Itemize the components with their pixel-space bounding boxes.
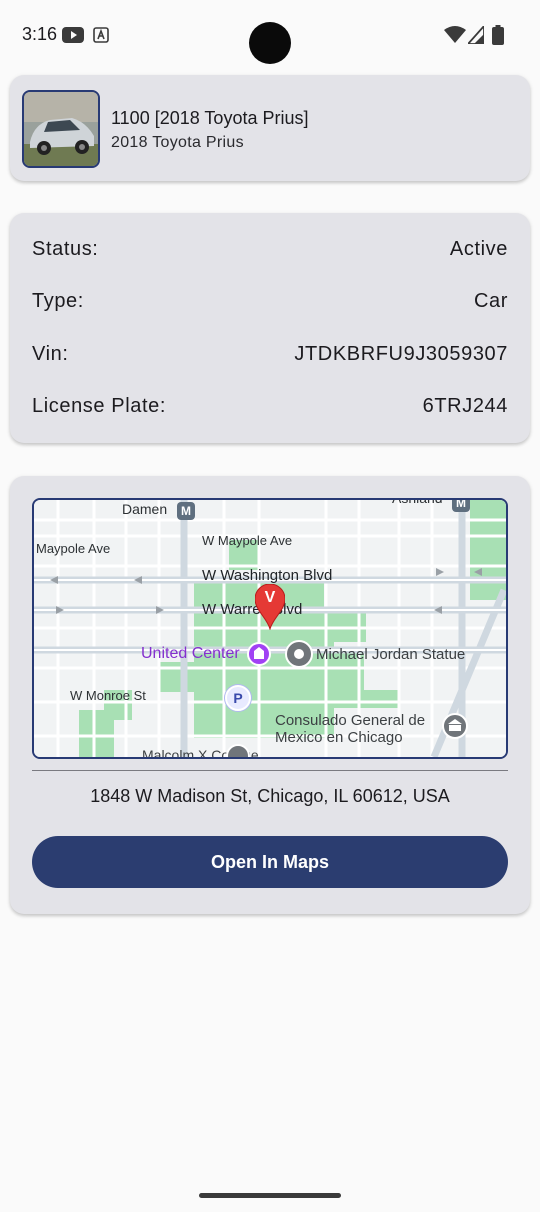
camera-cutout bbox=[249, 22, 291, 64]
youtube-icon bbox=[62, 27, 84, 48]
address-text: 1848 W Madison St, Chicago, IL 60612, US… bbox=[90, 786, 450, 806]
signal-icon bbox=[465, 23, 485, 49]
transit-icon: M bbox=[452, 500, 470, 512]
venue-pin-icon bbox=[247, 642, 271, 666]
detail-row-type: Type: Car bbox=[32, 290, 508, 318]
location-card: Damen M Ashland M Maypole Ave W Maypole … bbox=[10, 476, 530, 914]
status-bar: 3:16 bbox=[0, 0, 540, 72]
detail-value: Car bbox=[473, 290, 508, 312]
map-label: Maypole Ave bbox=[36, 541, 111, 556]
detail-value: JTDKBRFU9J3059307 bbox=[294, 343, 508, 365]
detail-row-vin: Vin: JTDKBRFU9J3059307 bbox=[32, 343, 508, 371]
battery-icon bbox=[492, 25, 504, 50]
map-label: W Maypole Ave bbox=[202, 533, 293, 548]
map-label: Damen bbox=[122, 501, 168, 517]
text-a-icon bbox=[93, 27, 109, 48]
home-indicator[interactable] bbox=[199, 1193, 341, 1198]
detail-label: Type: bbox=[32, 290, 84, 312]
map-label: Michael Jordan Statue bbox=[316, 646, 466, 663]
detail-row-status: Status: Active bbox=[32, 238, 508, 266]
landmark-pin-icon bbox=[285, 640, 313, 668]
map-label: W Monroe St bbox=[70, 688, 146, 703]
vehicle-location-marker[interactable]: V bbox=[255, 584, 285, 630]
open-in-maps-button[interactable]: Open In Maps bbox=[32, 836, 508, 888]
detail-value: 6TRJ244 bbox=[422, 395, 508, 417]
detail-label: License Plate: bbox=[32, 395, 167, 417]
map-label: W Warren Blvd bbox=[202, 601, 303, 618]
map-label: Consulado General de bbox=[275, 712, 426, 729]
vehicle-title: 1100 [2018 Toyota Prius] bbox=[111, 108, 309, 128]
vehicle-details-card: Status: Active Type: Car Vin: JTDKBRFU9J… bbox=[10, 213, 530, 443]
map-label: Mexico en Chicago bbox=[275, 729, 403, 746]
vehicle-header-card[interactable]: 1100 [2018 Toyota Prius] 2018 Toyota Pri… bbox=[10, 75, 530, 181]
map-label: W Washington Blvd bbox=[202, 567, 333, 584]
detail-value: Active bbox=[449, 238, 508, 260]
status-time: 3:16 bbox=[22, 24, 58, 44]
vehicle-subtitle: 2018 Toyota Prius bbox=[111, 134, 244, 151]
divider bbox=[32, 770, 508, 771]
location-map[interactable]: Damen M Ashland M Maypole Ave W Maypole … bbox=[32, 498, 508, 759]
map-label: United Center bbox=[141, 645, 240, 662]
marker-label: V bbox=[264, 589, 276, 606]
transit-icon: M bbox=[177, 502, 195, 520]
government-building-icon bbox=[442, 713, 468, 739]
detail-row-license-plate: License Plate: 6TRJ244 bbox=[32, 395, 508, 423]
vehicle-thumbnail bbox=[22, 90, 100, 168]
parking-icon: P bbox=[225, 685, 251, 711]
detail-label: Vin: bbox=[32, 343, 69, 365]
map-label: Ashland bbox=[392, 498, 443, 506]
wifi-icon bbox=[444, 26, 466, 49]
detail-label: Status: bbox=[32, 238, 99, 260]
